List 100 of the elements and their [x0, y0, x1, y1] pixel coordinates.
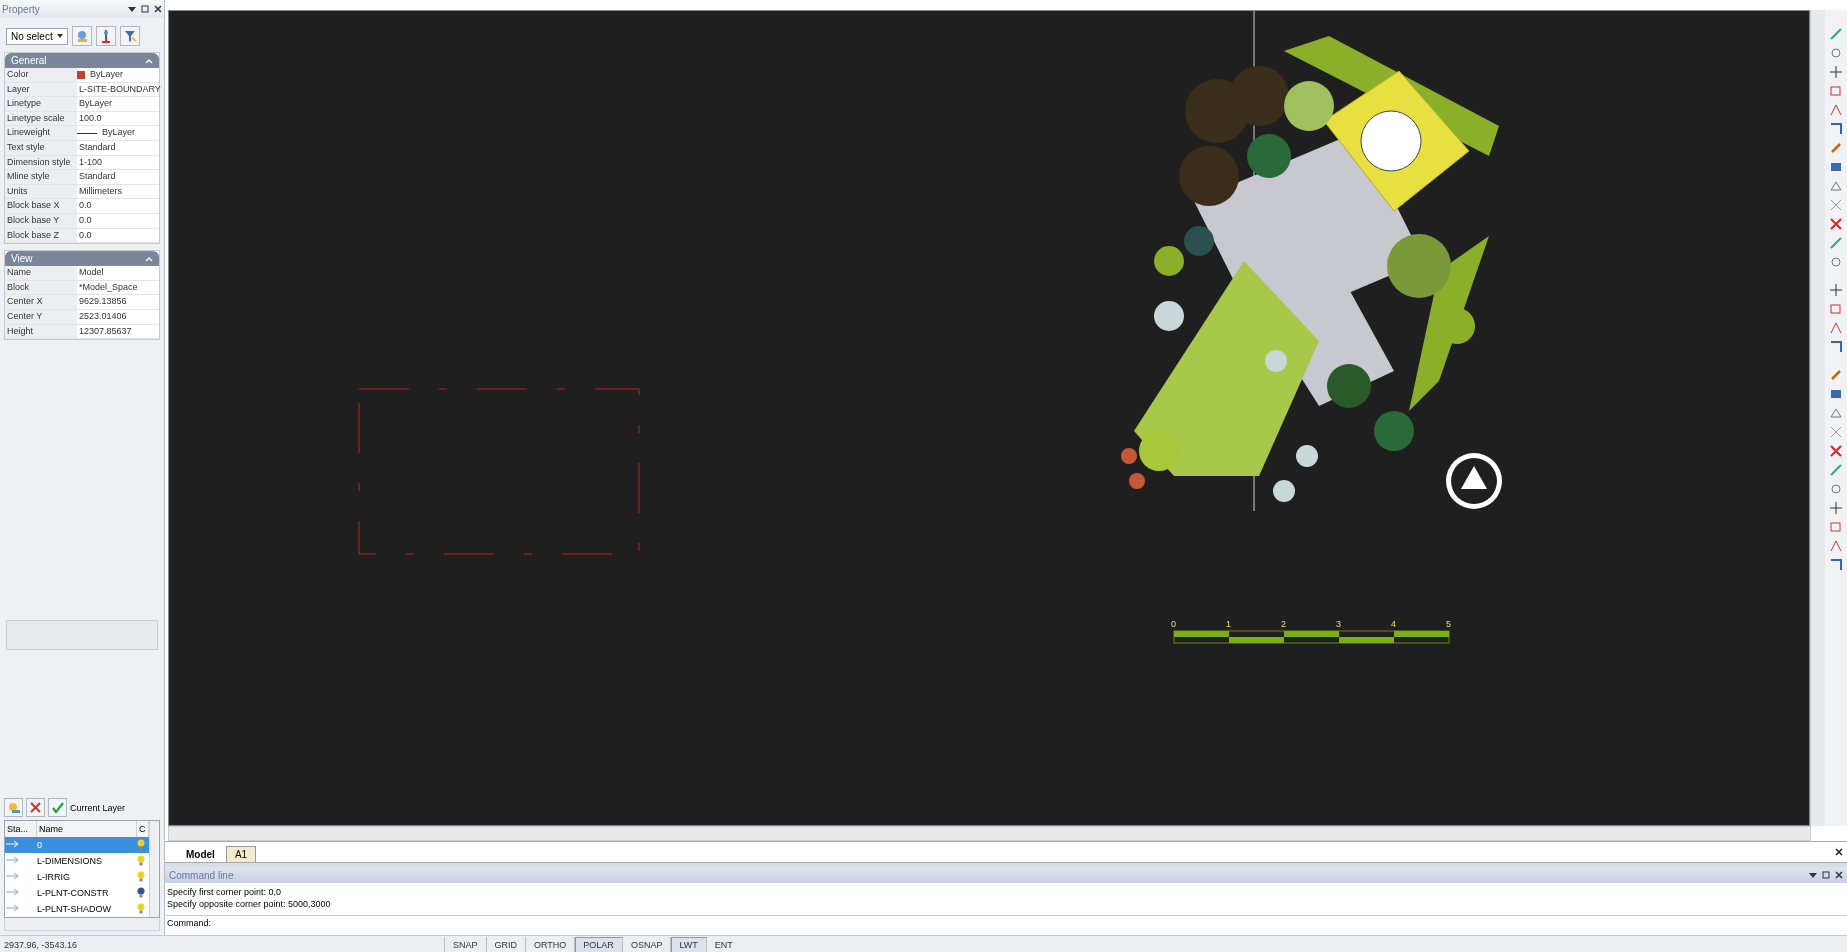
rectangle-icon	[1829, 84, 1843, 98]
property-value[interactable]: ByLayer	[77, 97, 113, 111]
command-history-line: Specify first corner point: 0,0	[167, 886, 283, 898]
property-label: Block base X	[5, 199, 77, 213]
property-value[interactable]: 12307.85637	[77, 324, 132, 339]
vertical-scrollbar[interactable]	[149, 821, 159, 917]
float-icon	[1822, 871, 1830, 879]
status-toggle[interactable]: POLAR	[574, 937, 622, 952]
layer-status-icon	[5, 856, 19, 864]
property-value[interactable]: 0.0	[77, 228, 92, 243]
rectangle-tool[interactable]	[1828, 519, 1844, 535]
layer-status-icon	[5, 904, 19, 912]
property-label: Center X	[5, 295, 77, 309]
layer-name: L-IRRIG	[37, 872, 71, 882]
rectangle-icon	[1829, 302, 1843, 316]
cross-icon	[1829, 198, 1843, 212]
set-current-layer-button[interactable]	[48, 798, 67, 817]
rectangle-tool[interactable]	[1828, 83, 1844, 99]
circle-tool[interactable]	[1828, 45, 1844, 61]
block-icon	[1829, 160, 1843, 174]
delete-icon	[1829, 217, 1843, 231]
layer-row[interactable]: L-PLNT-CONSTR	[5, 885, 149, 901]
property-value[interactable]: 2523.01406	[77, 309, 127, 324]
status-toggle[interactable]: SNAP	[444, 937, 486, 952]
layer-status-icon	[5, 888, 19, 896]
close-icon	[1835, 871, 1843, 879]
column-header[interactable]: C	[137, 821, 149, 837]
angle-icon	[1829, 103, 1843, 117]
selection-dropdown[interactable]: No select	[6, 27, 68, 45]
status-toggle[interactable]: ENT	[705, 937, 741, 952]
angle-tool[interactable]	[1828, 320, 1844, 336]
corner-icon	[1829, 558, 1843, 572]
property-value[interactable]: Millimeters	[77, 184, 122, 199]
layer-row[interactable]: L-IRRIG	[5, 869, 149, 885]
vertical-scrollbar[interactable]	[1810, 10, 1825, 826]
corner-tool[interactable]	[1828, 339, 1844, 355]
angle-tool[interactable]	[1828, 538, 1844, 554]
brush-icon	[1829, 368, 1843, 382]
horizontal-scrollbar[interactable]	[4, 918, 160, 931]
angle-tool[interactable]	[1828, 102, 1844, 118]
command-prompt[interactable]: Command:	[165, 916, 1847, 930]
move-icon	[1829, 283, 1843, 297]
property-value[interactable]: *Model_Space	[77, 280, 138, 295]
corner-tool[interactable]	[1828, 121, 1844, 137]
property-value[interactable]: ByLayer	[88, 68, 124, 82]
property-value[interactable]: 100.0	[77, 111, 102, 126]
delete-tool[interactable]	[1828, 443, 1844, 459]
new-layer-icon	[7, 801, 20, 814]
circle-icon	[1829, 482, 1843, 496]
property-value[interactable]: 9629.13856	[77, 295, 127, 309]
property-value[interactable]: 1-100	[77, 155, 103, 170]
cross-tool[interactable]	[1828, 197, 1844, 213]
command-history-line: Specify opposite corner point: 5000,3000	[167, 898, 332, 910]
delete-layer-button[interactable]	[26, 798, 45, 817]
property-label: Mline style	[5, 170, 77, 184]
rectangle-tool[interactable]	[1828, 301, 1844, 317]
status-toggle[interactable]: LWT	[670, 937, 706, 952]
property-value[interactable]: 0.0	[77, 213, 92, 228]
angle-icon	[1829, 539, 1843, 553]
move-tool[interactable]	[1828, 64, 1844, 80]
column-header[interactable]: Sta...	[5, 821, 37, 837]
lineweight-sample	[77, 132, 97, 134]
layout-tab[interactable]: A1	[225, 846, 257, 862]
column-header[interactable]: Name	[37, 821, 137, 837]
delete-icon	[1829, 444, 1843, 458]
caret-icon	[56, 34, 63, 38]
layer-row[interactable]: L-DIMENSIONS	[5, 853, 149, 869]
status-toggle[interactable]: GRID	[485, 937, 525, 952]
filter-icon	[122, 29, 137, 43]
new-layer-button[interactable]	[4, 798, 23, 817]
cross-icon	[1829, 425, 1843, 439]
delete-tool[interactable]	[1828, 216, 1844, 232]
quick-select-button[interactable]	[95, 26, 116, 46]
property-value[interactable]: 0.0	[77, 199, 92, 213]
property-value[interactable]: Standard	[77, 170, 116, 184]
move-tool[interactable]	[1828, 500, 1844, 516]
scale-label: 5	[1446, 619, 1451, 629]
current-layer-label: Current Layer	[70, 802, 126, 813]
property-value[interactable]: ByLayer	[100, 126, 136, 140]
delete-layer-icon	[29, 801, 42, 814]
layer-row[interactable]: L-PLNT-SHADOW	[5, 901, 149, 917]
circle-tool[interactable]	[1828, 254, 1844, 270]
property-value[interactable]: Model	[77, 266, 104, 280]
move-tool[interactable]	[1828, 282, 1844, 298]
circle-tool[interactable]	[1828, 481, 1844, 497]
scale-label: 0	[1171, 619, 1176, 629]
property-value[interactable]: L-SITE-BOUNDARY	[77, 82, 161, 97]
layer-name: 0	[37, 840, 43, 850]
corner-tool[interactable]	[1828, 557, 1844, 573]
select-objects-button[interactable]	[71, 26, 92, 46]
filter-button[interactable]	[119, 26, 140, 46]
layer-name: L-PLNT-SHADOW	[37, 904, 112, 914]
property-value[interactable]: Standard	[77, 140, 116, 155]
corner-icon	[1829, 340, 1843, 354]
circle-icon	[1829, 255, 1843, 269]
cross-tool[interactable]	[1828, 424, 1844, 440]
property-label: Lineweight	[5, 126, 77, 140]
horizontal-scrollbar[interactable]	[168, 826, 1811, 841]
section-title: View	[11, 253, 33, 265]
scale-label: 2	[1281, 619, 1286, 629]
